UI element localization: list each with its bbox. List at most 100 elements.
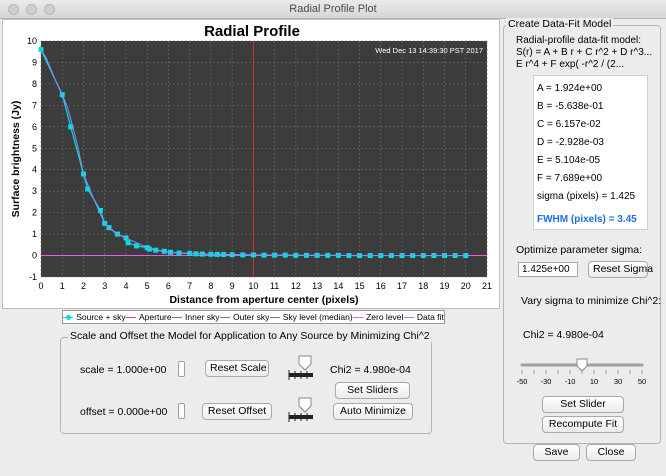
scale-chi2-label: Chi2 = 4.980e-04 [330,364,411,376]
data-point [125,240,131,246]
scale-slider[interactable] [178,361,185,377]
legend-label: Aperture [139,312,172,322]
slider-tick-label: 10 [590,377,598,386]
legend-swatch [353,316,364,318]
window-title: Radial Profile Plot [289,3,377,15]
scale-knob-icon[interactable] [287,354,331,384]
legend-label: Sky level (median) [282,312,353,322]
legend-item: Source + sky [63,312,126,322]
x-tick-label: 15 [355,281,365,291]
vary-sigma-label: Vary sigma to minimize Chi^2: [521,295,662,307]
param-d: D = -2.928e-03 [537,137,604,148]
slider-tick-label: 30 [614,377,622,386]
param-a: A = 1.924e+00 [537,83,603,94]
x-axis-label: Distance from aperture center (pixels) [169,294,358,306]
sigma-slider[interactable]: -50 -30 -10 10 30 50 [512,356,652,388]
slider-knob [576,358,588,372]
model-line-3: E r^4 + F exp( -r^2 / (2... [516,59,625,70]
minimize-window-icon[interactable] [26,4,37,15]
y-tick-label: 3 [32,186,37,196]
x-tick-label: 10 [248,281,258,291]
x-tick-label: 17 [397,281,407,291]
y-tick-label: 6 [32,122,37,132]
legend-swatch [126,316,136,318]
y-tick-label: 2 [32,208,37,218]
y-axis-label: Surface brightness (Jy) [10,101,22,218]
offset-label: offset = 0.000e+00 [80,406,168,418]
data-point [134,243,140,249]
offset-knob-icon[interactable] [287,396,331,426]
fit-chi2-label: Chi2 = 4.980e-04 [523,329,604,341]
x-tick-label: 16 [376,281,386,291]
save-button[interactable]: Save [533,444,580,461]
y-tick-label: 10 [27,36,37,46]
x-tick-label: 7 [187,281,192,291]
plot-panel: Radial Profile 0 1 2 3 4 5 6 7 8 9 10 11 12 13 14 15 16 1… [2,19,501,324]
x-tick-label: 13 [312,281,322,291]
fit-parameters-box: A = 1.924e+00 B = -5.638e-01 C = 6.157e-… [533,75,648,230]
slider-tick-label: -10 [565,377,576,386]
legend-marker [66,314,72,320]
x-tick-label: 1 [60,281,65,291]
reset-scale-button[interactable]: Reset Scale [205,360,269,377]
set-slider-button[interactable]: Set Slider [542,396,624,413]
model-line-2: S(r) = A + B r + C r^2 + D r^3... [516,47,653,58]
y-tick-label: 8 [32,79,37,89]
close-window-icon[interactable] [8,4,19,15]
y-tick-label: 7 [32,100,37,110]
slider-tick-label: 50 [638,377,646,386]
param-c: C = 6.157e-02 [537,119,601,130]
x-tick-label: 12 [291,281,301,291]
model-line-1: Radial-profile data-fit model: [516,35,642,46]
scale-offset-group-title: Scale and Offset the Model for Applicati… [68,330,432,342]
legend-swatch [269,316,280,318]
x-tick-label: 11 [270,281,279,291]
reset-offset-button[interactable]: Reset Offset [202,403,272,420]
y-tick-label: 5 [32,143,37,153]
slider-tick-label: -30 [541,377,552,386]
recompute-fit-button[interactable]: Recompute Fit [542,416,624,433]
slider-tick-label: -50 [517,377,528,386]
chart-legend: Source + sky Aperture Inner sky Outer sky Sk… [62,310,445,324]
legend-item: Data fit [403,312,444,322]
legend-label: Outer sky [232,312,270,322]
sigma-input[interactable]: 1.425e+00 [518,262,578,277]
plot-area [41,41,487,277]
y-tick-label: 1 [32,229,37,239]
legend-item: Sky level (median) [269,312,353,322]
legend-swatch [219,316,230,318]
x-tick-label: 4 [123,281,128,291]
y-tick-label: -1 [29,272,37,282]
reset-sigma-button[interactable]: Reset Sigma [588,261,653,278]
x-tick-label: 18 [418,281,428,291]
legend-item: Zero level [353,312,403,322]
y-tick-label: 9 [32,57,37,67]
legend-label: Source + sky [76,312,126,322]
sigma-readout: sigma (pixels) = 1.425 [537,191,636,202]
fwhm-readout: FWHM (pixels) = 3.45 [537,214,637,225]
x-tick-label: 2 [81,281,86,291]
close-button[interactable]: Close [586,444,636,461]
radial-profile-chart[interactable]: 0 1 2 3 4 5 6 7 8 9 10 11 12 13 14 15 16 17 18 19 20 21-10123… [3,20,501,310]
legend-label: Data fit [416,312,444,322]
x-tick-label: 14 [333,281,343,291]
legend-swatch [403,316,414,318]
set-sliders-button[interactable]: Set Sliders [335,382,410,399]
x-tick-label: 21 [482,281,492,291]
legend-swatch [63,314,74,320]
x-tick-label: 19 [440,281,450,291]
legend-item: Outer sky [219,312,270,322]
offset-slider[interactable] [178,403,185,419]
param-e: E = 5.104e-05 [537,155,601,166]
zoom-window-icon[interactable] [44,4,55,15]
x-tick-label: 5 [145,281,150,291]
x-tick-label: 8 [208,281,213,291]
window-titlebar: Radial Profile Plot [0,0,666,19]
x-tick-label: 0 [38,281,43,291]
param-b: B = -5.638e-01 [537,101,604,112]
x-tick-label: 6 [166,281,171,291]
legend-swatch [172,316,183,318]
x-tick-label: 20 [461,281,471,291]
data-fit-group-title: Create Data-Fit Model [506,18,614,30]
auto-minimize-button[interactable]: Auto Minimize [333,403,413,420]
